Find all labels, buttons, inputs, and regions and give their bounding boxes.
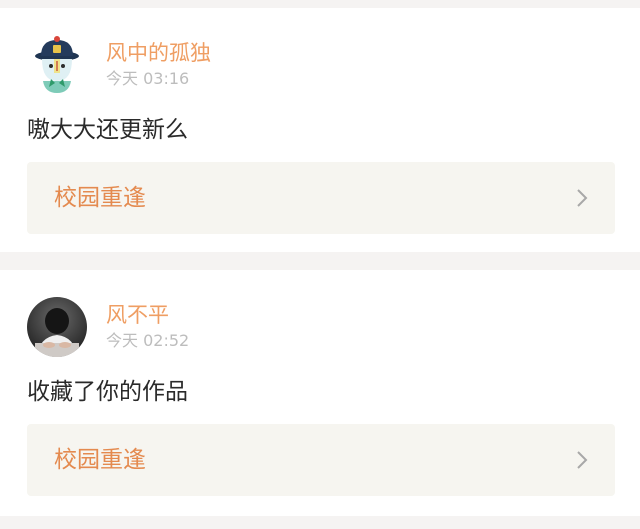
topic-link[interactable]: 校园重逢 bbox=[27, 162, 615, 234]
chevron-right-icon bbox=[577, 451, 588, 469]
comment-text: 收藏了你的作品 bbox=[27, 379, 188, 405]
notification-card: 风不平 今天 02:52 收藏了你的作品 校园重逢 bbox=[0, 270, 640, 516]
notification-card: 风中的孤独 今天 03:16 嗷大大还更新么 校园重逢 bbox=[0, 8, 640, 252]
topic-link[interactable]: 校园重逢 bbox=[27, 424, 615, 496]
timestamp: 今天 02:52 bbox=[106, 331, 190, 350]
timestamp: 今天 03:16 bbox=[106, 69, 190, 88]
topic-title: 校园重逢 bbox=[54, 447, 146, 473]
photo-avatar-icon bbox=[27, 297, 87, 357]
username[interactable]: 风中的孤独 bbox=[106, 40, 211, 66]
user-avatar[interactable] bbox=[27, 297, 87, 357]
topic-title: 校园重逢 bbox=[54, 185, 146, 211]
chevron-right-icon bbox=[577, 189, 588, 207]
comment-text: 嗷大大还更新么 bbox=[27, 117, 188, 143]
username[interactable]: 风不平 bbox=[106, 302, 169, 328]
cartoon-avatar-icon bbox=[27, 35, 87, 95]
user-avatar[interactable] bbox=[27, 35, 87, 95]
